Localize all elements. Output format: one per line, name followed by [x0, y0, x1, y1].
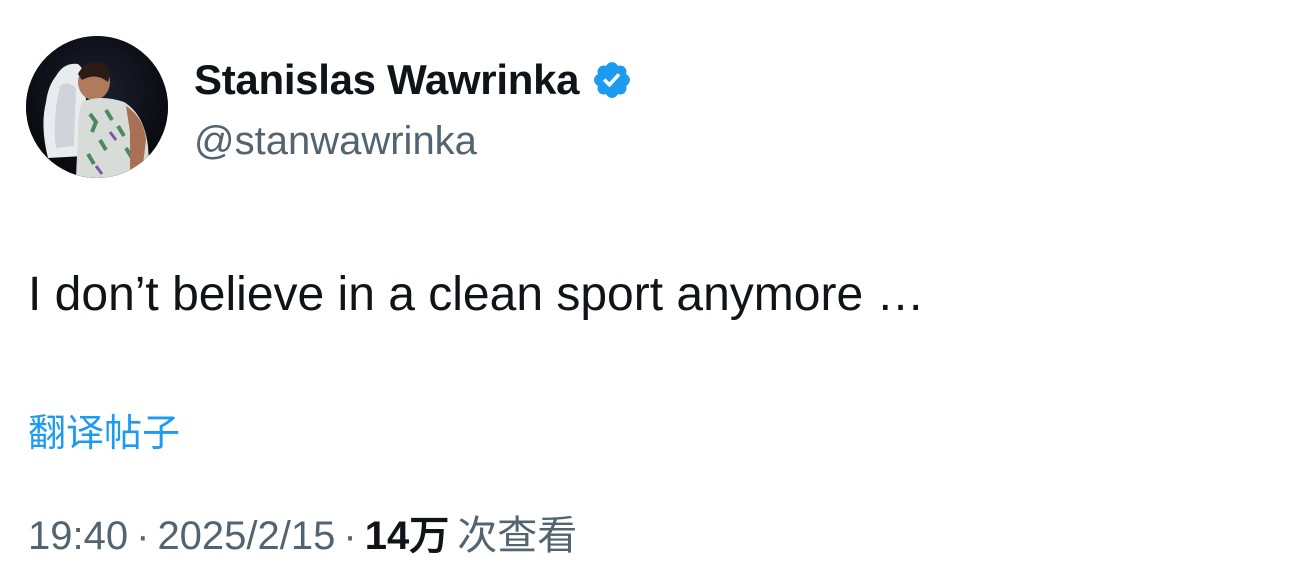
avatar[interactable]	[26, 36, 168, 178]
tweet-meta: 19:40 · 2025/2/15 · 14万 次查看	[28, 510, 577, 562]
author-row: Stanislas Wawrinka	[194, 52, 633, 108]
views-count: 14万	[364, 514, 450, 558]
avatar-image	[26, 36, 168, 178]
tweet-time[interactable]: 19:40	[28, 514, 128, 558]
views-label: 次查看	[457, 514, 578, 558]
author-display-name[interactable]: Stanislas Wawrinka	[194, 54, 580, 106]
meta-separator: ·	[136, 514, 150, 558]
translate-post-link[interactable]: 翻译帖子	[28, 408, 180, 458]
author-handle[interactable]: @stanwawrinka	[194, 116, 477, 166]
verified-badge-icon[interactable]	[591, 59, 633, 101]
tweet-text: I don’t believe in a clean sport anymore…	[28, 268, 925, 321]
tweet-date[interactable]: 2025/2/15	[157, 514, 335, 558]
meta-separator: ·	[343, 514, 357, 558]
tweet-card: Stanislas Wawrinka @stanwawrinka I don’t…	[0, 0, 1290, 580]
